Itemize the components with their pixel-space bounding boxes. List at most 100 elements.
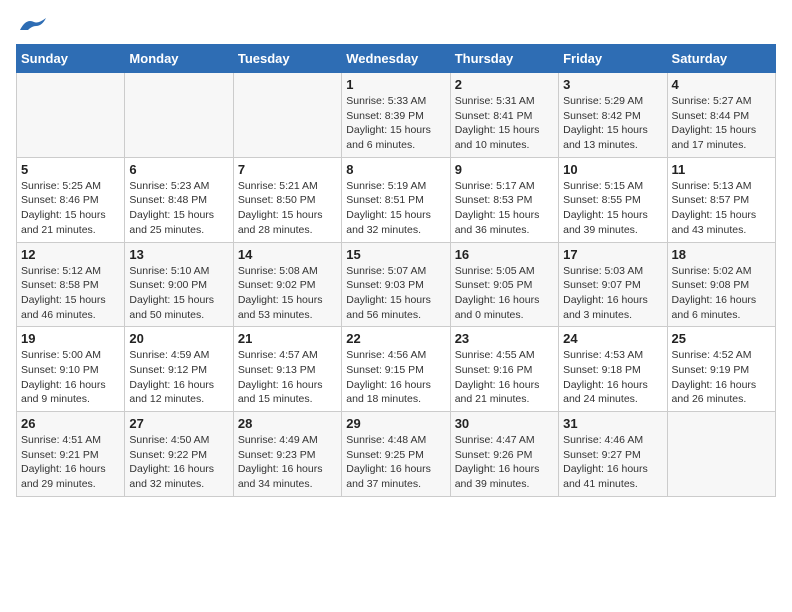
header-day-sunday: Sunday [17,45,125,73]
day-info: Sunrise: 5:08 AM Sunset: 9:02 PM Dayligh… [238,264,337,323]
day-cell-25: 25Sunrise: 4:52 AM Sunset: 9:19 PM Dayli… [667,327,775,412]
header-day-friday: Friday [559,45,667,73]
day-cell-24: 24Sunrise: 4:53 AM Sunset: 9:18 PM Dayli… [559,327,667,412]
day-cell-6: 6 Sunrise: 5:23 AM Sunset: 8:48 PM Daylig… [125,157,233,242]
day-cell-30: 30 Sunrise: 4:47 AM Sunset: 9:26 PM Dayli… [450,412,558,497]
day-number: 4 [672,77,771,92]
header-day-tuesday: Tuesday [233,45,341,73]
day-info: Sunrise: 4:50 AM Sunset: 9:22 PM Dayligh… [129,433,228,492]
day-info: Sunrise: 5:17 AM Sunset: 8:53 PM Dayligh… [455,179,554,238]
logo [16,16,48,36]
day-number: 19 [21,331,120,346]
day-cell-12: 12 Sunrise: 5:12 AM Sunset: 8:58 PM Dayli… [17,242,125,327]
day-number: 3 [563,77,662,92]
logo-bird-icon [18,16,48,36]
calendar-header: SundayMondayTuesdayWednesdayThursdayFrid… [17,45,776,73]
header [16,16,776,36]
day-number: 1 [346,77,445,92]
day-info: Sunrise: 5:02 AM Sunset: 9:08 PM Dayligh… [672,264,771,323]
day-number: 26 [21,416,120,431]
day-cell-26: 26 Sunrise: 4:51 AM Sunset: 9:21 PM Dayli… [17,412,125,497]
day-number: 10 [563,162,662,177]
day-cell-23: 23 Sunrise: 4:55 AM Sunset: 9:16 PM Dayli… [450,327,558,412]
day-cell-7: 7Sunrise: 5:21 AM Sunset: 8:50 PM Daylig… [233,157,341,242]
day-info: Sunrise: 5:31 AM Sunset: 8:41 PM Dayligh… [455,94,554,153]
day-number: 22 [346,331,445,346]
week-row-1: 1 Sunrise: 5:33 AM Sunset: 8:39 PM Daylig… [17,73,776,158]
day-info: Sunrise: 5:13 AM Sunset: 8:57 PM Dayligh… [672,179,771,238]
day-number: 15 [346,247,445,262]
day-info: Sunrise: 4:48 AM Sunset: 9:25 PM Dayligh… [346,433,445,492]
week-row-5: 26 Sunrise: 4:51 AM Sunset: 9:21 PM Dayli… [17,412,776,497]
day-cell-20: 20Sunrise: 4:59 AM Sunset: 9:12 PM Dayli… [125,327,233,412]
day-number: 31 [563,416,662,431]
day-info: Sunrise: 4:49 AM Sunset: 9:23 PM Dayligh… [238,433,337,492]
day-cell-16: 16 Sunrise: 5:05 AM Sunset: 9:05 PM Dayli… [450,242,558,327]
empty-cell [233,73,341,158]
day-number: 16 [455,247,554,262]
day-info: Sunrise: 5:19 AM Sunset: 8:51 PM Dayligh… [346,179,445,238]
week-row-3: 12 Sunrise: 5:12 AM Sunset: 8:58 PM Dayli… [17,242,776,327]
day-cell-18: 18 Sunrise: 5:02 AM Sunset: 9:08 PM Dayli… [667,242,775,327]
header-row: SundayMondayTuesdayWednesdayThursdayFrid… [17,45,776,73]
empty-cell [17,73,125,158]
header-day-thursday: Thursday [450,45,558,73]
day-cell-3: 3 Sunrise: 5:29 AM Sunset: 8:42 PM Daylig… [559,73,667,158]
day-number: 14 [238,247,337,262]
day-cell-27: 27 Sunrise: 4:50 AM Sunset: 9:22 PM Dayli… [125,412,233,497]
day-number: 18 [672,247,771,262]
day-number: 5 [21,162,120,177]
day-cell-9: 9 Sunrise: 5:17 AM Sunset: 8:53 PM Daylig… [450,157,558,242]
day-number: 23 [455,331,554,346]
day-cell-4: 4 Sunrise: 5:27 AM Sunset: 8:44 PM Daylig… [667,73,775,158]
calendar-table: SundayMondayTuesdayWednesdayThursdayFrid… [16,44,776,497]
day-info: Sunrise: 4:53 AM Sunset: 9:18 PM Dayligh… [563,348,662,407]
day-info: Sunrise: 5:12 AM Sunset: 8:58 PM Dayligh… [21,264,120,323]
day-cell-21: 21 Sunrise: 4:57 AM Sunset: 9:13 PM Dayli… [233,327,341,412]
header-day-monday: Monday [125,45,233,73]
day-info: Sunrise: 4:57 AM Sunset: 9:13 PM Dayligh… [238,348,337,407]
day-info: Sunrise: 5:15 AM Sunset: 8:55 PM Dayligh… [563,179,662,238]
day-number: 21 [238,331,337,346]
day-cell-29: 29Sunrise: 4:48 AM Sunset: 9:25 PM Dayli… [342,412,450,497]
day-cell-17: 17 Sunrise: 5:03 AM Sunset: 9:07 PM Dayli… [559,242,667,327]
day-info: Sunrise: 5:33 AM Sunset: 8:39 PM Dayligh… [346,94,445,153]
week-row-4: 19 Sunrise: 5:00 AM Sunset: 9:10 PM Dayli… [17,327,776,412]
day-info: Sunrise: 5:21 AM Sunset: 8:50 PM Dayligh… [238,179,337,238]
day-cell-22: 22Sunrise: 4:56 AM Sunset: 9:15 PM Dayli… [342,327,450,412]
day-number: 27 [129,416,228,431]
day-cell-8: 8Sunrise: 5:19 AM Sunset: 8:51 PM Daylig… [342,157,450,242]
day-number: 12 [21,247,120,262]
day-number: 11 [672,162,771,177]
day-cell-19: 19 Sunrise: 5:00 AM Sunset: 9:10 PM Dayli… [17,327,125,412]
day-info: Sunrise: 5:10 AM Sunset: 9:00 PM Dayligh… [129,264,228,323]
day-number: 2 [455,77,554,92]
day-number: 13 [129,247,228,262]
week-row-2: 5Sunrise: 5:25 AM Sunset: 8:46 PM Daylig… [17,157,776,242]
day-info: Sunrise: 4:55 AM Sunset: 9:16 PM Dayligh… [455,348,554,407]
day-info: Sunrise: 4:59 AM Sunset: 9:12 PM Dayligh… [129,348,228,407]
day-info: Sunrise: 5:29 AM Sunset: 8:42 PM Dayligh… [563,94,662,153]
day-cell-1: 1 Sunrise: 5:33 AM Sunset: 8:39 PM Daylig… [342,73,450,158]
day-info: Sunrise: 4:51 AM Sunset: 9:21 PM Dayligh… [21,433,120,492]
empty-cell [667,412,775,497]
day-info: Sunrise: 5:00 AM Sunset: 9:10 PM Dayligh… [21,348,120,407]
day-info: Sunrise: 5:03 AM Sunset: 9:07 PM Dayligh… [563,264,662,323]
day-info: Sunrise: 5:05 AM Sunset: 9:05 PM Dayligh… [455,264,554,323]
day-info: Sunrise: 5:07 AM Sunset: 9:03 PM Dayligh… [346,264,445,323]
day-info: Sunrise: 4:47 AM Sunset: 9:26 PM Dayligh… [455,433,554,492]
day-number: 6 [129,162,228,177]
day-cell-10: 10 Sunrise: 5:15 AM Sunset: 8:55 PM Dayli… [559,157,667,242]
day-info: Sunrise: 5:27 AM Sunset: 8:44 PM Dayligh… [672,94,771,153]
day-info: Sunrise: 4:46 AM Sunset: 9:27 PM Dayligh… [563,433,662,492]
day-number: 9 [455,162,554,177]
day-number: 17 [563,247,662,262]
day-cell-28: 28Sunrise: 4:49 AM Sunset: 9:23 PM Dayli… [233,412,341,497]
day-number: 30 [455,416,554,431]
calendar-body: 1 Sunrise: 5:33 AM Sunset: 8:39 PM Daylig… [17,73,776,497]
day-cell-15: 15 Sunrise: 5:07 AM Sunset: 9:03 PM Dayli… [342,242,450,327]
day-info: Sunrise: 5:23 AM Sunset: 8:48 PM Dayligh… [129,179,228,238]
day-cell-13: 13 Sunrise: 5:10 AM Sunset: 9:00 PM Dayli… [125,242,233,327]
day-cell-2: 2 Sunrise: 5:31 AM Sunset: 8:41 PM Daylig… [450,73,558,158]
day-info: Sunrise: 4:52 AM Sunset: 9:19 PM Dayligh… [672,348,771,407]
